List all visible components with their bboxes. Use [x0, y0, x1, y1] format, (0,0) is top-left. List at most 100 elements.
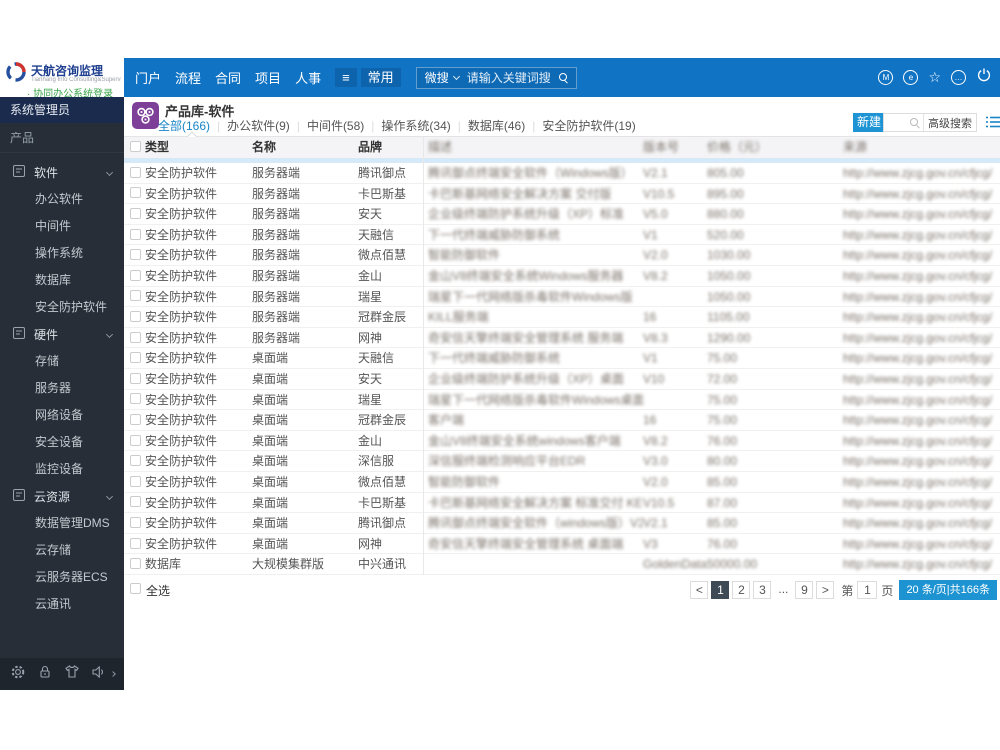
m-badge-icon[interactable]: M [878, 70, 894, 85]
table-row[interactable]: 安全防护软件 桌面端 微点佰慧 智能防御软件 V2.0 85.00 http://www.z… [124, 471, 1000, 493]
page-button[interactable]: 2 [732, 581, 751, 599]
sound-icon[interactable] [91, 664, 108, 685]
row-checkbox[interactable] [130, 413, 141, 425]
list-view-icon[interactable] [986, 115, 1000, 133]
collapse-chevron-icon[interactable] [109, 671, 116, 677]
row-checkbox[interactable] [130, 434, 141, 446]
search-icon[interactable] [558, 73, 568, 82]
row-checkbox[interactable] [130, 208, 141, 220]
page-button[interactable]: 1 [711, 581, 730, 599]
table-row[interactable]: 安全防护软件 服务器端 安天 企业级终端防护系统升级（XP）标准 V5.0 880.00 h… [124, 204, 1000, 225]
message-icon[interactable]: e [903, 70, 919, 85]
sidebar-group[interactable]: 云资源 [0, 483, 124, 510]
row-checkbox[interactable] [130, 352, 141, 364]
sidebar-item[interactable]: 数据管理DMS [0, 510, 124, 537]
table-search-icon[interactable] [910, 118, 919, 127]
select-all-footer-checkbox[interactable] [130, 583, 141, 594]
new-button[interactable]: 新建 [853, 113, 886, 132]
sidebar-group[interactable]: 软件 [0, 159, 124, 186]
tab[interactable]: 数据库(46) [468, 117, 525, 134]
more-icon[interactable]: … [951, 70, 966, 85]
star-icon[interactable]: ☆ [928, 70, 941, 85]
table-row[interactable]: 安全防护软件 服务器端 微点佰慧 智能防御软件 V2.0 1030.00 http://ww… [124, 245, 1000, 266]
row-checkbox[interactable] [130, 372, 141, 384]
sidebar-section-product[interactable]: 产品 [0, 123, 124, 153]
menu-toggle-button[interactable]: ≡ [335, 68, 357, 87]
row-checkbox[interactable] [130, 496, 141, 508]
page-button[interactable]: < [690, 581, 709, 599]
search-input[interactable]: 请输入关键词搜 [467, 69, 551, 86]
page-size-badge[interactable]: 20 条/页|共166条 [899, 580, 997, 600]
select-all-checkbox[interactable] [130, 140, 141, 152]
tab[interactable]: 全部(166) [158, 117, 210, 134]
row-checkbox[interactable] [130, 269, 141, 281]
table-row[interactable]: 安全防护软件 服务器端 天融信 下一代终端威胁防御系统 V1 520.00 http://w… [124, 224, 1000, 246]
tab[interactable]: 中间件(58) [307, 117, 364, 134]
power-icon[interactable] [976, 67, 992, 88]
sidebar-item[interactable]: 中间件 [0, 213, 124, 240]
table-row[interactable]: 安全防护软件 服务器端 冠群金辰 KILL服务端 16 1105.00 http://www… [124, 307, 1000, 328]
table-row[interactable]: 安全防护软件 桌面端 腾讯御点 腾讯御点终端安全软件（windows版）V2.1 V2.… [124, 513, 1000, 534]
sidebar-item[interactable]: 云服务器ECS [0, 564, 124, 591]
sidebar-group[interactable]: 硬件 [0, 321, 124, 348]
nav-item[interactable]: 流程 [175, 68, 201, 87]
row-checkbox[interactable] [130, 249, 141, 261]
row-checkbox[interactable] [130, 393, 141, 405]
sidebar-item[interactable]: 数据库 [0, 267, 124, 294]
table-row[interactable]: 安全防护软件 服务器端 金山 金山V8终端安全系统Windows服务器 V8.2 1050… [124, 265, 1000, 287]
row-checkbox[interactable] [130, 475, 141, 487]
row-checkbox[interactable] [130, 537, 141, 549]
page-button[interactable]: 9 [795, 581, 814, 599]
page-button[interactable]: > [816, 581, 835, 599]
page-button[interactable]: 3 [753, 581, 772, 599]
table-search-input[interactable] [884, 114, 910, 131]
sidebar-item[interactable]: 监控设备 [0, 456, 124, 483]
sidebar-item[interactable]: 操作系统 [0, 240, 124, 267]
sidebar-item[interactable]: 安全防护软件 [0, 294, 124, 321]
sidebar-item[interactable]: 网络设备 [0, 402, 124, 429]
row-checkbox[interactable] [130, 455, 141, 467]
table-row[interactable]: 安全防护软件 服务器端 网神 奇安信天擎终端安全管理系统 服务端 V8.3 1290.00… [124, 327, 1000, 349]
search-scope-label[interactable]: 微搜 [425, 69, 449, 86]
tab[interactable]: 办公软件(9) [227, 117, 290, 134]
select-all[interactable]: 全选 [130, 582, 170, 599]
table-row[interactable]: 安全防护软件 桌面端 天融信 下一代终端威胁防御系统 V1 75.00 http://www… [124, 348, 1000, 369]
table-row[interactable]: 安全防护软件 桌面端 金山 金山V8终端安全系统windows客户端 V8.2 76.00… [124, 430, 1000, 452]
advanced-search-button[interactable]: 高级搜索 [924, 115, 976, 131]
jump-page-input[interactable]: 1 [857, 581, 878, 599]
sidebar-item[interactable]: 办公软件 [0, 186, 124, 213]
table-row[interactable]: 安全防护软件 桌面端 安天 企业级终端防护系统升级（XP）桌面 V10 72.00 http… [124, 368, 1000, 390]
global-search[interactable]: 微搜 请输入关键词搜 [415, 66, 577, 89]
row-checkbox[interactable] [130, 166, 141, 178]
row-checkbox[interactable] [130, 187, 141, 199]
row-checkbox[interactable] [130, 290, 141, 302]
sidebar-item[interactable]: 云通讯 [0, 591, 124, 618]
table-row[interactable]: 安全防护软件 桌面端 卡巴斯基 卡巴斯基网络安全解决方案 标准交付 KES V10.5 8… [124, 492, 1000, 514]
row-checkbox[interactable] [130, 228, 141, 240]
settings-icon[interactable] [10, 664, 26, 685]
nav-item[interactable]: 项目 [255, 68, 281, 87]
tab[interactable]: 操作系统(34) [381, 117, 450, 134]
theme-icon[interactable] [64, 664, 80, 685]
table-row[interactable]: 安全防护软件 服务器端 卡巴斯基 卡巴斯基网络安全解决方案 交付版 V10.5 895.0… [124, 183, 1000, 205]
row-checkbox[interactable] [130, 331, 141, 343]
sidebar-item[interactable]: 存储 [0, 348, 124, 375]
nav-item[interactable]: 门户 [135, 68, 161, 87]
nav-item[interactable]: 合同 [215, 68, 241, 87]
table-row[interactable]: 安全防护软件 桌面端 网神 奇安信天擎终端安全管理系统 桌面端 V3 76.00 http:… [124, 533, 1000, 555]
table-row[interactable]: 安全防护软件 服务器端 瑞星 瑞星下一代网络版杀毒软件Windows版 1050.00 h… [124, 286, 1000, 308]
page-button[interactable]: ... [774, 581, 792, 599]
sidebar-item[interactable]: 安全设备 [0, 429, 124, 456]
row-checkbox[interactable] [130, 558, 141, 570]
sidebar-item[interactable]: 服务器 [0, 375, 124, 402]
nav-item-quick[interactable]: 常用 [360, 68, 401, 87]
table-row[interactable]: 安全防护软件 桌面端 冠群金辰 客户端 16 75.00 http://www.zjcg.g… [124, 410, 1000, 431]
sidebar-item[interactable]: 云存储 [0, 537, 124, 564]
tab[interactable]: 安全防护软件(19) [542, 117, 635, 134]
table-row[interactable]: 数据库 大规模集群版 中兴通讯 GoldenData s...50000.00 http… [124, 554, 1000, 575]
lock-icon[interactable] [37, 664, 53, 685]
row-checkbox[interactable] [130, 310, 141, 322]
row-checkbox[interactable] [130, 516, 141, 528]
nav-item[interactable]: 人事 [295, 68, 321, 87]
table-row[interactable]: 安全防护软件 桌面端 瑞星 瑞星下一代网络版杀毒软件Windows桌面 75.00 htt… [124, 389, 1000, 411]
